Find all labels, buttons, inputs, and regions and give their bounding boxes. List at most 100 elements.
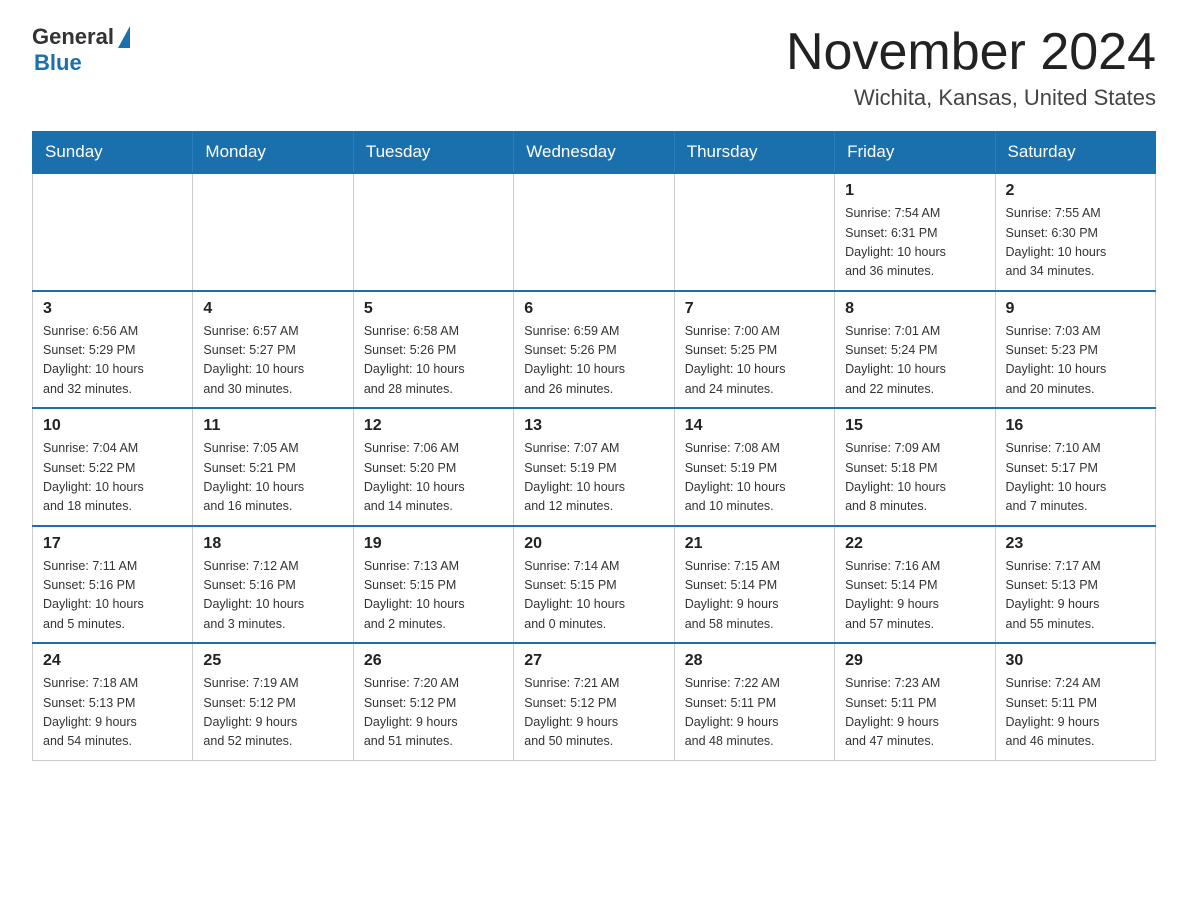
day-number: 10 xyxy=(43,417,182,435)
calendar-week-4: 17Sunrise: 7:11 AMSunset: 5:16 PMDayligh… xyxy=(33,526,1156,644)
calendar-cell: 13 Sunrise: 7:07 AMSunset: 5:19 PMDayligh… xyxy=(514,408,674,526)
day-info: Sunrise: 7:19 AMSunset: 5:12 PMDaylight:… xyxy=(203,674,342,752)
weekday-header-monday: Monday xyxy=(193,132,353,174)
day-info: Sunrise: 7:24 AMSunset: 5:11 PMDaylight:… xyxy=(1006,674,1145,752)
day-number: 3 xyxy=(43,300,182,318)
weekday-header-thursday: Thursday xyxy=(674,132,834,174)
day-number: 22 xyxy=(845,535,984,553)
day-number: 27 xyxy=(524,652,663,670)
day-number: 24 xyxy=(43,652,182,670)
day-info: Sunrise: 7:06 AMSunset: 5:20 PMDaylight:… xyxy=(364,439,503,517)
day-number: 14 xyxy=(685,417,824,435)
day-number: 28 xyxy=(685,652,824,670)
day-number: 29 xyxy=(845,652,984,670)
calendar-cell: 30 Sunrise: 7:24 AMSunset: 5:11 PMDayligh… xyxy=(995,643,1155,760)
calendar-cell: 4 Sunrise: 6:57 AMSunset: 5:27 PMDaylight… xyxy=(193,291,353,409)
calendar-title: November 2024 xyxy=(786,24,1156,81)
calendar-cell: 15Sunrise: 7:09 AMSunset: 5:18 PMDayligh… xyxy=(835,408,995,526)
calendar-cell: 18 Sunrise: 7:12 AMSunset: 5:16 PMDayligh… xyxy=(193,526,353,644)
day-info: Sunrise: 7:10 AMSunset: 5:17 PMDaylight:… xyxy=(1006,439,1145,517)
day-number: 12 xyxy=(364,417,503,435)
weekday-header-sunday: Sunday xyxy=(33,132,193,174)
calendar-cell xyxy=(514,173,674,291)
day-number: 18 xyxy=(203,535,342,553)
logo: General Blue xyxy=(32,24,130,76)
day-info: Sunrise: 7:12 AMSunset: 5:16 PMDaylight:… xyxy=(203,557,342,635)
calendar-week-2: 3 Sunrise: 6:56 AMSunset: 5:29 PMDaylight… xyxy=(33,291,1156,409)
calendar-cell: 16 Sunrise: 7:10 AMSunset: 5:17 PMDayligh… xyxy=(995,408,1155,526)
day-info: Sunrise: 7:00 AMSunset: 5:25 PMDaylight:… xyxy=(685,322,824,400)
day-info: Sunrise: 7:55 AMSunset: 6:30 PMDaylight:… xyxy=(1006,204,1145,282)
day-number: 20 xyxy=(524,535,663,553)
day-info: Sunrise: 7:15 AMSunset: 5:14 PMDaylight:… xyxy=(685,557,824,635)
calendar-cell: 19 Sunrise: 7:13 AMSunset: 5:15 PMDayligh… xyxy=(353,526,513,644)
calendar-cell: 6 Sunrise: 6:59 AMSunset: 5:26 PMDaylight… xyxy=(514,291,674,409)
calendar-cell: 17Sunrise: 7:11 AMSunset: 5:16 PMDayligh… xyxy=(33,526,193,644)
day-number: 21 xyxy=(685,535,824,553)
day-info: Sunrise: 7:54 AMSunset: 6:31 PMDaylight:… xyxy=(845,204,984,282)
day-info: Sunrise: 7:13 AMSunset: 5:15 PMDaylight:… xyxy=(364,557,503,635)
calendar-cell: 10 Sunrise: 7:04 AMSunset: 5:22 PMDayligh… xyxy=(33,408,193,526)
day-info: Sunrise: 6:58 AMSunset: 5:26 PMDaylight:… xyxy=(364,322,503,400)
day-number: 26 xyxy=(364,652,503,670)
calendar-cell: 2 Sunrise: 7:55 AMSunset: 6:30 PMDaylight… xyxy=(995,173,1155,291)
day-number: 4 xyxy=(203,300,342,318)
day-number: 1 xyxy=(845,182,984,200)
calendar-cell: 27 Sunrise: 7:21 AMSunset: 5:12 PMDayligh… xyxy=(514,643,674,760)
day-number: 16 xyxy=(1006,417,1145,435)
day-info: Sunrise: 7:09 AMSunset: 5:18 PMDaylight:… xyxy=(845,439,984,517)
calendar-cell xyxy=(33,173,193,291)
weekday-header-wednesday: Wednesday xyxy=(514,132,674,174)
calendar-table: SundayMondayTuesdayWednesdayThursdayFrid… xyxy=(32,131,1156,761)
day-info: Sunrise: 7:07 AMSunset: 5:19 PMDaylight:… xyxy=(524,439,663,517)
calendar-cell xyxy=(353,173,513,291)
day-number: 2 xyxy=(1006,182,1145,200)
day-info: Sunrise: 7:08 AMSunset: 5:19 PMDaylight:… xyxy=(685,439,824,517)
day-number: 17 xyxy=(43,535,182,553)
day-info: Sunrise: 6:56 AMSunset: 5:29 PMDaylight:… xyxy=(43,322,182,400)
day-number: 19 xyxy=(364,535,503,553)
day-info: Sunrise: 7:14 AMSunset: 5:15 PMDaylight:… xyxy=(524,557,663,635)
calendar-cell xyxy=(674,173,834,291)
weekday-header-friday: Friday xyxy=(835,132,995,174)
title-block: November 2024 Wichita, Kansas, United St… xyxy=(786,24,1156,111)
page-header: General Blue November 2024 Wichita, Kans… xyxy=(32,24,1156,111)
logo-blue-text: Blue xyxy=(34,50,82,76)
day-info: Sunrise: 6:59 AMSunset: 5:26 PMDaylight:… xyxy=(524,322,663,400)
day-info: Sunrise: 7:18 AMSunset: 5:13 PMDaylight:… xyxy=(43,674,182,752)
day-info: Sunrise: 7:21 AMSunset: 5:12 PMDaylight:… xyxy=(524,674,663,752)
day-info: Sunrise: 7:23 AMSunset: 5:11 PMDaylight:… xyxy=(845,674,984,752)
day-number: 13 xyxy=(524,417,663,435)
day-number: 7 xyxy=(685,300,824,318)
calendar-cell: 20 Sunrise: 7:14 AMSunset: 5:15 PMDayligh… xyxy=(514,526,674,644)
day-info: Sunrise: 7:16 AMSunset: 5:14 PMDaylight:… xyxy=(845,557,984,635)
day-number: 8 xyxy=(845,300,984,318)
day-info: Sunrise: 7:04 AMSunset: 5:22 PMDaylight:… xyxy=(43,439,182,517)
calendar-cell: 8 Sunrise: 7:01 AMSunset: 5:24 PMDaylight… xyxy=(835,291,995,409)
day-info: Sunrise: 7:17 AMSunset: 5:13 PMDaylight:… xyxy=(1006,557,1145,635)
logo-general-text: General xyxy=(32,24,114,50)
day-number: 5 xyxy=(364,300,503,318)
day-number: 23 xyxy=(1006,535,1145,553)
calendar-cell: 14 Sunrise: 7:08 AMSunset: 5:19 PMDayligh… xyxy=(674,408,834,526)
calendar-cell: 9 Sunrise: 7:03 AMSunset: 5:23 PMDaylight… xyxy=(995,291,1155,409)
day-number: 9 xyxy=(1006,300,1145,318)
calendar-cell: 29 Sunrise: 7:23 AMSunset: 5:11 PMDayligh… xyxy=(835,643,995,760)
day-number: 11 xyxy=(203,417,342,435)
day-info: Sunrise: 7:03 AMSunset: 5:23 PMDaylight:… xyxy=(1006,322,1145,400)
day-info: Sunrise: 6:57 AMSunset: 5:27 PMDaylight:… xyxy=(203,322,342,400)
day-info: Sunrise: 7:01 AMSunset: 5:24 PMDaylight:… xyxy=(845,322,984,400)
calendar-cell: 7 Sunrise: 7:00 AMSunset: 5:25 PMDaylight… xyxy=(674,291,834,409)
calendar-cell xyxy=(193,173,353,291)
calendar-cell: 24 Sunrise: 7:18 AMSunset: 5:13 PMDayligh… xyxy=(33,643,193,760)
calendar-week-3: 10 Sunrise: 7:04 AMSunset: 5:22 PMDayligh… xyxy=(33,408,1156,526)
calendar-week-1: 1 Sunrise: 7:54 AMSunset: 6:31 PMDaylight… xyxy=(33,173,1156,291)
calendar-cell: 11Sunrise: 7:05 AMSunset: 5:21 PMDayligh… xyxy=(193,408,353,526)
calendar-cell: 3 Sunrise: 6:56 AMSunset: 5:29 PMDaylight… xyxy=(33,291,193,409)
day-info: Sunrise: 7:20 AMSunset: 5:12 PMDaylight:… xyxy=(364,674,503,752)
day-number: 30 xyxy=(1006,652,1145,670)
day-number: 25 xyxy=(203,652,342,670)
day-number: 6 xyxy=(524,300,663,318)
calendar-cell: 12 Sunrise: 7:06 AMSunset: 5:20 PMDayligh… xyxy=(353,408,513,526)
calendar-cell: 28Sunrise: 7:22 AMSunset: 5:11 PMDayligh… xyxy=(674,643,834,760)
